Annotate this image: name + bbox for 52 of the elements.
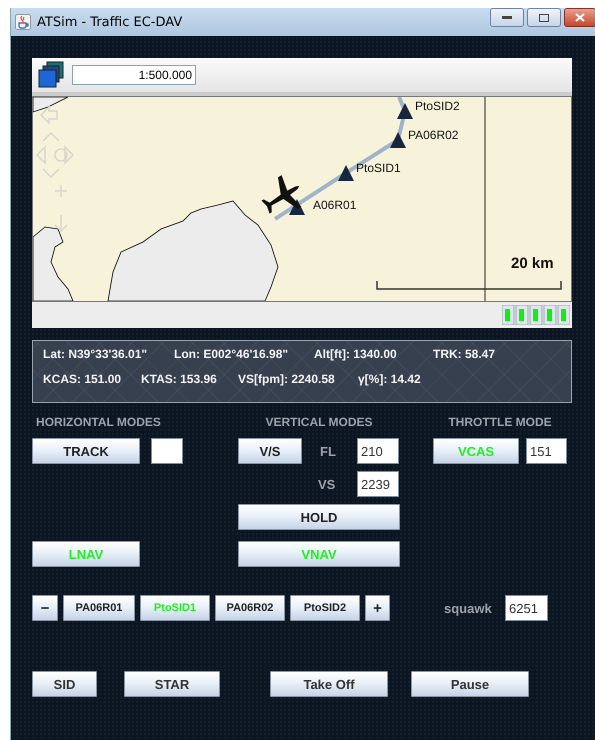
action-button[interactable]: SID bbox=[32, 671, 97, 697]
flight-parameter: Lon: E002°46'16.98" bbox=[174, 347, 290, 361]
action-button[interactable]: Pause bbox=[411, 671, 529, 697]
flight-parameter: KTAS: 153.96 bbox=[141, 372, 218, 386]
minimize-button[interactable] bbox=[490, 8, 524, 27]
airplane-icon[interactable] bbox=[261, 175, 302, 214]
squawk-label: squawk bbox=[444, 600, 493, 616]
flight-parameter: KCAS: 151.00 bbox=[43, 372, 122, 386]
squawk-field[interactable]: 6251 bbox=[505, 595, 548, 621]
scale-field[interactable]: 1:500.000 bbox=[72, 65, 196, 85]
waypoint-marker-icon[interactable] bbox=[390, 132, 406, 148]
waypoint-label: PtoSID1 bbox=[356, 161, 401, 175]
remove-waypoint-button[interactable]: − bbox=[32, 595, 58, 621]
field-label: FL bbox=[320, 444, 337, 458]
status-lights-icon bbox=[502, 305, 570, 325]
field-label: VS bbox=[318, 476, 336, 492]
window-title: ATSim - Traffic EC-DAV bbox=[37, 14, 182, 30]
flight-parameter: Lat: N39°33'36.01" bbox=[43, 347, 148, 361]
add-waypoint-button[interactable]: + bbox=[365, 595, 390, 621]
hold-button[interactable]: HOLD bbox=[238, 504, 400, 530]
vertical-speed-button[interactable]: V/S bbox=[238, 438, 302, 464]
action-button[interactable]: Take Off bbox=[270, 671, 388, 697]
flight-parameter: Alt[ft]: 1340.00 bbox=[314, 347, 398, 361]
flight-level-field[interactable]: 210 bbox=[357, 438, 399, 464]
waypoint-button[interactable]: PtoSID2 bbox=[290, 595, 360, 621]
flight-parameter: γ[%]: 14.42 bbox=[358, 372, 422, 386]
flight-parameter: VS[fpm]: 2240.58 bbox=[238, 372, 336, 386]
map[interactable]: PtoSID2 PA06R02 PtoSID1 A06R01 20 km bbox=[33, 97, 571, 301]
flight-parameter: TRK: 58.47 bbox=[433, 347, 496, 361]
close-icon bbox=[575, 13, 585, 22]
cup-icon bbox=[15, 14, 31, 30]
close-button[interactable] bbox=[564, 8, 595, 27]
waypoint-button[interactable]: PA06R01 bbox=[63, 595, 135, 621]
minimize-icon bbox=[502, 16, 512, 20]
scale-label: 20 km bbox=[511, 255, 554, 272]
waypoint-label: PA06R02 bbox=[408, 128, 458, 142]
layers-icon[interactable] bbox=[38, 61, 66, 89]
section-heading: THROTTLE MODE bbox=[447, 415, 553, 429]
speed-field[interactable]: 151 bbox=[526, 438, 567, 464]
waypoint-marker-icon[interactable] bbox=[338, 165, 354, 181]
action-button[interactable]: STAR bbox=[124, 671, 220, 697]
vertical-speed-field[interactable]: 2239 bbox=[357, 471, 399, 497]
section-heading: HORIZONTAL MODES bbox=[35, 415, 162, 429]
waypoint-label: A06R01 bbox=[313, 198, 356, 212]
waypoint-marker-icon[interactable] bbox=[397, 103, 413, 119]
section-heading: VERTICAL MODES bbox=[264, 415, 374, 429]
maximize-button[interactable] bbox=[527, 8, 561, 27]
waypoint-button[interactable]: PA06R02 bbox=[215, 595, 285, 621]
track-button[interactable]: TRACK bbox=[32, 438, 140, 464]
waypoint-label: PtoSID2 bbox=[415, 99, 460, 113]
track-field[interactable] bbox=[151, 438, 183, 464]
maximize-icon bbox=[539, 14, 549, 22]
